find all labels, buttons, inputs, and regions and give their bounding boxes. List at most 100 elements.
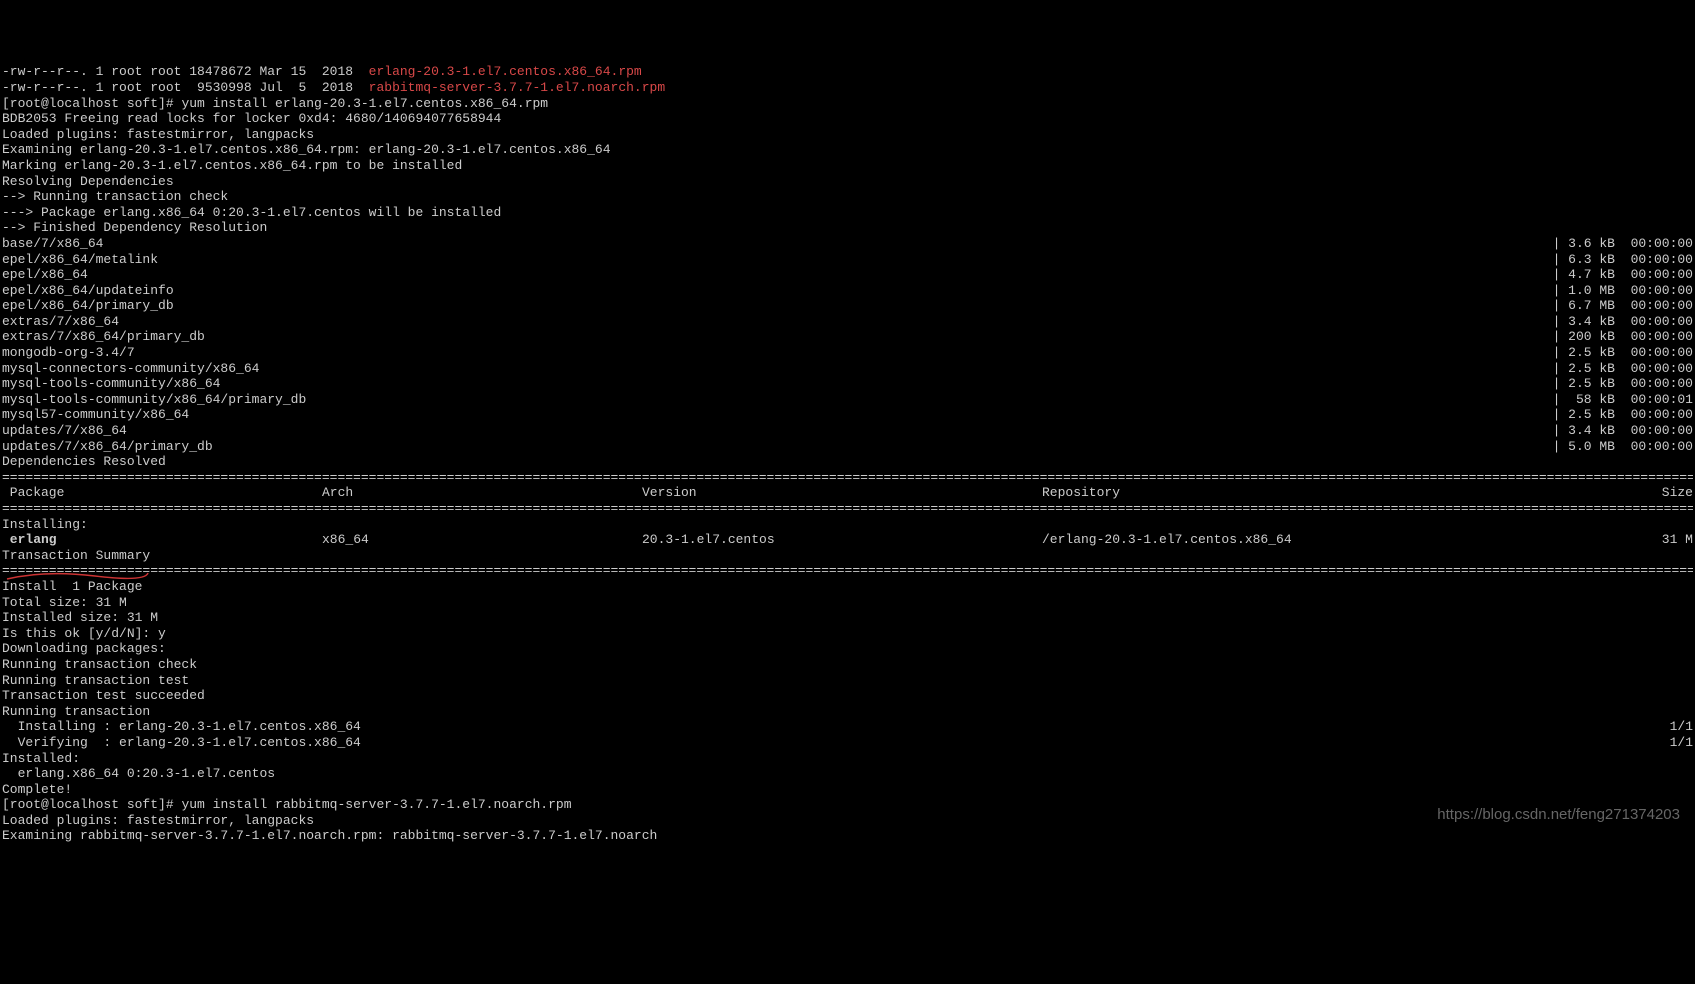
terminal-line: Loaded plugins: fastestmirror, langpacks	[2, 127, 1693, 143]
repo-name: mysql57-community/x86_64	[2, 407, 189, 423]
repo-name: mongodb-org-3.4/7	[2, 345, 135, 361]
repo-name: epel/x86_64/primary_db	[2, 298, 174, 314]
col-size: Size	[1462, 485, 1693, 501]
repo-download-row: extras/7/x86_64/primary_db | 200 kB 00:00…	[2, 329, 1693, 345]
col-package: Package	[2, 485, 322, 501]
repo-download-row: mysql-tools-community/x86_64 | 2.5 kB 00:…	[2, 376, 1693, 392]
repo-download-row: epel/x86_64/metalink | 6.3 kB 00:00:00	[2, 252, 1693, 268]
shell-command: yum install rabbitmq-server-3.7.7-1.el7.…	[181, 797, 571, 812]
terminal-line: erlang.x86_64 0:20.3-1.el7.centos	[2, 766, 1693, 782]
repo-name: epel/x86_64/metalink	[2, 252, 158, 268]
terminal-line: -rw-r--r--. 1 root root 18478672 Mar 15 …	[2, 64, 1693, 80]
repo-download-row: updates/7/x86_64/primary_db | 5.0 MB 00:0…	[2, 439, 1693, 455]
terminal-line: ========================================…	[2, 563, 1693, 579]
repo-name: epel/x86_64	[2, 267, 88, 283]
terminal-line: Installing:	[2, 517, 1693, 533]
repo-size: | 3.4 kB 00:00:00	[1553, 423, 1693, 439]
repo-download-row: epel/x86_64/primary_db | 6.7 MB 00:00:00	[2, 298, 1693, 314]
repo-size: | 6.7 MB 00:00:00	[1553, 298, 1693, 314]
terminal-line: Marking erlang-20.3-1.el7.centos.x86_64.…	[2, 158, 1693, 174]
repo-size: | 1.0 MB 00:00:00	[1553, 283, 1693, 299]
terminal-line: Is this ok [y/d/N]: y	[2, 626, 1693, 642]
progress-count: 1/1	[1670, 719, 1693, 735]
terminal-line: Running transaction	[2, 704, 1693, 720]
terminal-line: Downloading packages:	[2, 641, 1693, 657]
col-version: Version	[642, 485, 1042, 501]
terminal-line: Transaction Summary	[2, 548, 1693, 564]
repo-name: base/7/x86_64	[2, 236, 103, 252]
filename: rabbitmq-server-3.7.7-1.el7.noarch.rpm	[369, 80, 665, 95]
pkg-version: 20.3-1.el7.centos	[642, 532, 1042, 548]
pkg-name: erlang	[2, 532, 322, 548]
terminal-line: Examining erlang-20.3-1.el7.centos.x86_6…	[2, 142, 1693, 158]
file-perms: -rw-r--r--. 1 root root 18478672 Mar 15 …	[2, 64, 369, 79]
install-progress-row: Verifying : erlang-20.3-1.el7.centos.x86…	[2, 735, 1693, 751]
repo-size: | 2.5 kB 00:00:00	[1553, 376, 1693, 392]
repo-size: | 2.5 kB 00:00:00	[1553, 345, 1693, 361]
file-perms: -rw-r--r--. 1 root root 9530998 Jul 5 20…	[2, 80, 369, 95]
repo-name: mysql-tools-community/x86_64	[2, 376, 220, 392]
repo-name: updates/7/x86_64/primary_db	[2, 439, 213, 455]
terminal-line: Resolving Dependencies	[2, 174, 1693, 190]
terminal-output[interactable]: -rw-r--r--. 1 root root 18478672 Mar 15 …	[2, 64, 1693, 844]
filename: erlang-20.3-1.el7.centos.x86_64.rpm	[369, 64, 642, 79]
pkg-arch: x86_64	[322, 532, 642, 548]
repo-size: | 4.7 kB 00:00:00	[1553, 267, 1693, 283]
terminal-line: Running transaction test	[2, 673, 1693, 689]
repo-download-row: mongodb-org-3.4/7 | 2.5 kB 00:00:00	[2, 345, 1693, 361]
repo-download-row: mysql57-community/x86_64 | 2.5 kB 00:00:0…	[2, 407, 1693, 423]
terminal-line: ---> Package erlang.x86_64 0:20.3-1.el7.…	[2, 205, 1693, 221]
terminal-line: Transaction test succeeded	[2, 688, 1693, 704]
package-row: erlangx86_6420.3-1.el7.centos/erlang-20.…	[2, 532, 1693, 548]
progress-action: Verifying : erlang-20.3-1.el7.centos.x86…	[2, 735, 361, 751]
watermark-text: https://blog.csdn.net/feng271374203	[1437, 806, 1680, 824]
repo-name: updates/7/x86_64	[2, 423, 127, 439]
progress-action: Installing : erlang-20.3-1.el7.centos.x8…	[2, 719, 361, 735]
repo-download-row: base/7/x86_64 | 3.6 kB 00:00:00	[2, 236, 1693, 252]
repo-size: | 3.4 kB 00:00:00	[1553, 314, 1693, 330]
terminal-line: Install 1 Package	[2, 579, 1693, 595]
shell-command: yum install erlang-20.3-1.el7.centos.x86…	[181, 96, 548, 111]
package-table-header: PackageArchVersionRepositorySize	[2, 485, 1693, 501]
repo-download-row: extras/7/x86_64 | 3.4 kB 00:00:00	[2, 314, 1693, 330]
pkg-size: 31 M	[1462, 532, 1693, 548]
terminal-line: --> Finished Dependency Resolution	[2, 220, 1693, 236]
terminal-line: Examining rabbitmq-server-3.7.7-1.el7.no…	[2, 828, 1693, 844]
install-progress-row: Installing : erlang-20.3-1.el7.centos.x8…	[2, 719, 1693, 735]
repo-size: | 6.3 kB 00:00:00	[1553, 252, 1693, 268]
repo-download-row: mysql-tools-community/x86_64/primary_db |…	[2, 392, 1693, 408]
repo-download-row: epel/x86_64/updateinfo | 1.0 MB 00:00:00	[2, 283, 1693, 299]
repo-size: | 3.6 kB 00:00:00	[1553, 236, 1693, 252]
repo-download-row: mysql-connectors-community/x86_64 | 2.5 k…	[2, 361, 1693, 377]
col-repo: Repository	[1042, 485, 1462, 501]
terminal-line: Total size: 31 M	[2, 595, 1693, 611]
terminal-line: Running transaction check	[2, 657, 1693, 673]
repo-size: | 2.5 kB 00:00:00	[1553, 407, 1693, 423]
repo-size: | 5.0 MB 00:00:00	[1553, 439, 1693, 455]
terminal-line: Installed:	[2, 751, 1693, 767]
col-arch: Arch	[322, 485, 642, 501]
repo-size: | 58 kB 00:00:01	[1553, 392, 1693, 408]
shell-prompt: [root@localhost soft]#	[2, 797, 181, 812]
terminal-line: Installed size: 31 M	[2, 610, 1693, 626]
terminal-line: [root@localhost soft]# yum install erlan…	[2, 96, 1693, 112]
repo-name: extras/7/x86_64/primary_db	[2, 329, 205, 345]
terminal-line: ========================================…	[2, 470, 1693, 486]
terminal-line: Dependencies Resolved	[2, 454, 1693, 470]
progress-count: 1/1	[1670, 735, 1693, 751]
terminal-line: -rw-r--r--. 1 root root 9530998 Jul 5 20…	[2, 80, 1693, 96]
pkg-repo: /erlang-20.3-1.el7.centos.x86_64	[1042, 532, 1462, 548]
repo-name: mysql-connectors-community/x86_64	[2, 361, 259, 377]
terminal-line: ========================================…	[2, 501, 1693, 517]
repo-download-row: epel/x86_64 | 4.7 kB 00:00:00	[2, 267, 1693, 283]
repo-size: | 200 kB 00:00:00	[1553, 329, 1693, 345]
terminal-line: Complete!	[2, 782, 1693, 798]
terminal-line: --> Running transaction check	[2, 189, 1693, 205]
repo-name: mysql-tools-community/x86_64/primary_db	[2, 392, 306, 408]
repo-name: extras/7/x86_64	[2, 314, 119, 330]
shell-prompt: [root@localhost soft]#	[2, 96, 181, 111]
repo-download-row: updates/7/x86_64 | 3.4 kB 00:00:00	[2, 423, 1693, 439]
terminal-line: BDB2053 Freeing read locks for locker 0x…	[2, 111, 1693, 127]
repo-size: | 2.5 kB 00:00:00	[1553, 361, 1693, 377]
repo-name: epel/x86_64/updateinfo	[2, 283, 174, 299]
